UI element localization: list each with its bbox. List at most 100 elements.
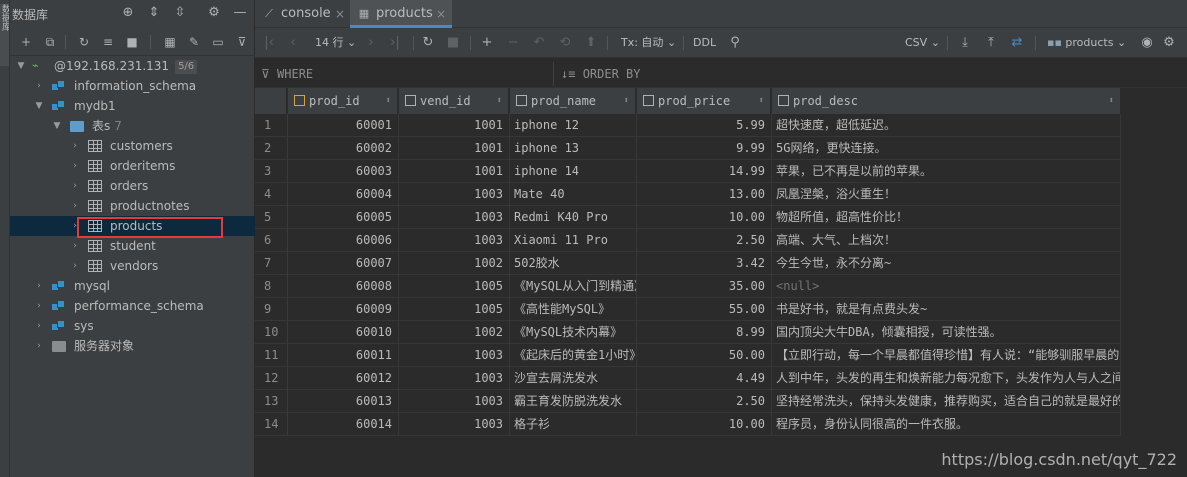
cell-vend-id[interactable]: 1003: [399, 229, 510, 252]
cell-vend-id[interactable]: 1003: [399, 413, 510, 436]
cell-prod-desc[interactable]: 坚持经常洗头，保持头发健康，推荐购买，适合自己的就是最好的: [772, 390, 1121, 413]
revert-icon[interactable]: ⟲: [557, 35, 573, 51]
cell-prod-name[interactable]: 格子衫: [510, 413, 637, 436]
cell-prod-name[interactable]: 沙宣去屑洗发水: [510, 367, 637, 390]
chevron-right-icon[interactable]: ›: [70, 136, 80, 156]
cell-prod-desc[interactable]: 程序员，身份认同很高的一件衣服。: [772, 413, 1121, 436]
expand-all-icon[interactable]: ⇕: [146, 5, 162, 21]
cell-vend-id[interactable]: 1002: [399, 321, 510, 344]
cell-prod-name[interactable]: iphone 14: [510, 160, 637, 183]
table-view-icon[interactable]: ▦: [162, 34, 178, 50]
cell-prod-name[interactable]: iphone 12: [510, 114, 637, 137]
cell-prod-id[interactable]: 60012: [288, 367, 399, 390]
cell-prod-id[interactable]: 60003: [288, 160, 399, 183]
cell-prod-id[interactable]: 60007: [288, 252, 399, 275]
upload-icon[interactable]: ⤒: [983, 35, 999, 51]
cell-prod-price[interactable]: 4.49: [637, 367, 772, 390]
cell-prod-id[interactable]: 60001: [288, 114, 399, 137]
chevron-right-icon[interactable]: ›: [70, 156, 80, 176]
cell-prod-price[interactable]: 5.99: [637, 114, 772, 137]
cell-prod-name[interactable]: 霸王育发防脱洗发水: [510, 390, 637, 413]
cell-prod-price[interactable]: 35.00: [637, 275, 772, 298]
table-row[interactable]: 11 60011 1003 《起床后的黄金1小时》 50.00 【立即行动，每一个早晨都值…: [255, 344, 1187, 367]
cell-prod-price[interactable]: 9.99: [637, 137, 772, 160]
tree-item-sys[interactable]: › sys: [10, 316, 255, 336]
tree-item-information-schema[interactable]: › information_schema: [10, 76, 255, 96]
chevron-down-icon[interactable]: ▼: [16, 56, 26, 76]
cell-prod-price[interactable]: 55.00: [637, 298, 772, 321]
cell-prod-id[interactable]: 60004: [288, 183, 399, 206]
cell-prod-id[interactable]: 60002: [288, 137, 399, 160]
properties-icon[interactable]: ≡: [100, 34, 116, 50]
cell-prod-desc[interactable]: 书是好书，就是有点费头发~: [772, 298, 1121, 321]
table-row[interactable]: 5 60005 1003 Redmi K40 Pro 10.00 物超所值，超高性价比！: [255, 206, 1187, 229]
tree-item-mysql[interactable]: › mysql: [10, 276, 255, 296]
table-row[interactable]: 3 60003 1001 iphone 14 14.99 苹果，已不再是以前的苹果。: [255, 160, 1187, 183]
cell-vend-id[interactable]: 1001: [399, 137, 510, 160]
tree-item-tables-folder[interactable]: ▼ 表s 7: [10, 116, 255, 136]
table-row[interactable]: 9 60009 1005 《高性能MySQL》 55.00 书是好书，就是有点费头发~: [255, 298, 1187, 321]
row-count-selector[interactable]: 14 行 ⌄: [315, 35, 356, 51]
cell-prod-name[interactable]: Redmi K40 Pro: [510, 206, 637, 229]
tree-item-mydb1[interactable]: ▼ mydb1: [10, 96, 255, 116]
cell-prod-name[interactable]: 《MySQL技术内幕》: [510, 321, 637, 344]
tree-item-vendors[interactable]: › vendors: [10, 256, 255, 276]
cell-prod-desc[interactable]: 凤凰涅槃，浴火重生！: [772, 183, 1121, 206]
column-header-vend-id[interactable]: vend_id ⬍: [399, 88, 509, 114]
chevron-right-icon[interactable]: ›: [34, 76, 44, 96]
cell-vend-id[interactable]: 1001: [399, 160, 510, 183]
tab-products[interactable]: ▦ products ×: [350, 0, 452, 28]
stop-icon[interactable]: ■: [445, 35, 461, 51]
chevron-right-icon[interactable]: ›: [34, 316, 44, 336]
cell-vend-id[interactable]: 1003: [399, 390, 510, 413]
cell-vend-id[interactable]: 1003: [399, 206, 510, 229]
chevron-down-icon[interactable]: ▼: [52, 116, 62, 136]
cell-prod-desc[interactable]: 高端、大气、上档次！: [772, 229, 1121, 252]
view-options-icon[interactable]: ◉: [1139, 35, 1155, 51]
refresh-icon[interactable]: ↻: [76, 34, 92, 50]
column-header-prod-price[interactable]: prod_price ⬍: [637, 88, 771, 114]
cell-prod-price[interactable]: 10.00: [637, 206, 772, 229]
close-icon[interactable]: ×: [335, 0, 345, 28]
cell-prod-id[interactable]: 60011: [288, 344, 399, 367]
transaction-mode-selector[interactable]: Tx: 自动 ⌄: [621, 35, 676, 51]
table-row[interactable]: 6 60006 1003 Xiaomi 11 Pro 2.50 高端、大气、上档次！: [255, 229, 1187, 252]
chevron-right-icon[interactable]: ›: [34, 296, 44, 316]
cell-prod-price[interactable]: 3.42: [637, 252, 772, 275]
prev-page-icon[interactable]: ‹: [285, 35, 301, 51]
cell-prod-price[interactable]: 2.50: [637, 229, 772, 252]
cell-prod-price[interactable]: 2.50: [637, 390, 772, 413]
last-page-icon[interactable]: ›|: [387, 35, 403, 51]
tree-item-orders[interactable]: › orders: [10, 176, 255, 196]
cell-prod-id[interactable]: 60010: [288, 321, 399, 344]
cell-prod-desc[interactable]: 超快速度，超低延迟。: [772, 114, 1121, 137]
cell-vend-id[interactable]: 1003: [399, 183, 510, 206]
delete-row-icon[interactable]: −: [505, 35, 521, 51]
orderby-filter-input[interactable]: ↓≡ ORDER BY: [561, 67, 640, 81]
chevron-right-icon[interactable]: ›: [70, 176, 80, 196]
stop-icon[interactable]: ■: [124, 34, 140, 50]
cell-prod-name[interactable]: 《MySQL从入门到精通》: [510, 275, 637, 298]
table-row[interactable]: 1 60001 1001 iphone 12 5.99 超快速度，超低延迟。: [255, 114, 1187, 137]
tree-item-student[interactable]: › student: [10, 236, 255, 256]
copy-icon[interactable]: ⧉: [42, 34, 58, 50]
cell-prod-id[interactable]: 60014: [288, 413, 399, 436]
cell-prod-id[interactable]: 60005: [288, 206, 399, 229]
next-page-icon[interactable]: ›: [363, 35, 379, 51]
chevron-down-icon[interactable]: ▼: [34, 96, 44, 116]
table-row[interactable]: 2 60002 1001 iphone 13 9.99 5G网络，更快连接。: [255, 137, 1187, 160]
chevron-right-icon[interactable]: ›: [70, 196, 80, 216]
tree-item-customers[interactable]: › customers: [10, 136, 255, 156]
table-row[interactable]: 10 60010 1002 《MySQL技术内幕》 8.99 国内顶尖大牛DBA，倾囊相授…: [255, 321, 1187, 344]
cell-prod-desc[interactable]: <null>: [772, 275, 1121, 298]
tree-item-productnotes[interactable]: › productnotes: [10, 196, 255, 216]
cell-prod-price[interactable]: 13.00: [637, 183, 772, 206]
export-format-selector[interactable]: CSV ⌄: [905, 35, 940, 51]
cell-prod-id[interactable]: 60008: [288, 275, 399, 298]
cell-prod-desc[interactable]: 国内顶尖大牛DBA，倾囊相授，可读性强。: [772, 321, 1121, 344]
cell-prod-name[interactable]: 502胶水: [510, 252, 637, 275]
search-icon[interactable]: ⚲: [727, 35, 743, 51]
collapse-all-icon[interactable]: ⇳: [172, 5, 188, 21]
cell-vend-id[interactable]: 1003: [399, 367, 510, 390]
tree-item-performance-schema[interactable]: › performance_schema: [10, 296, 255, 316]
